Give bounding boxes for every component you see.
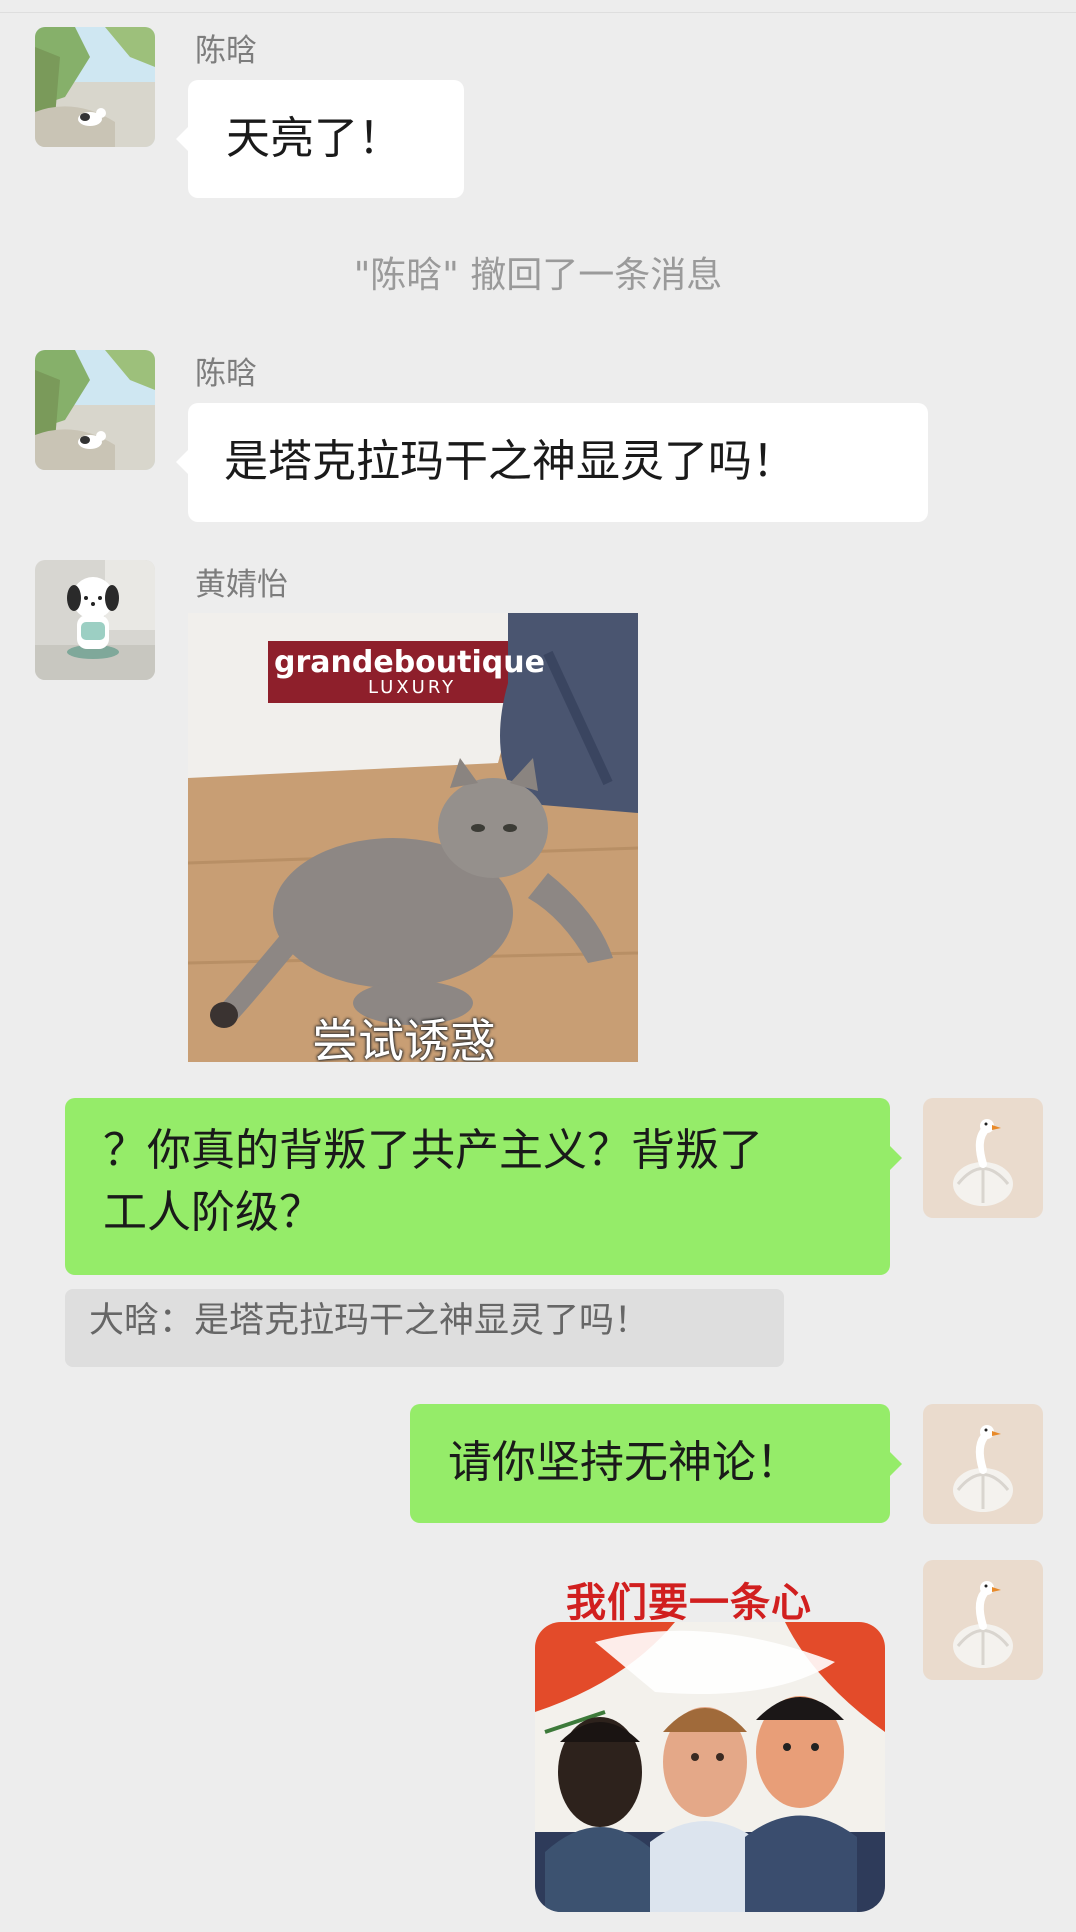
message-bubble[interactable]: 请你坚持无神论！ xyxy=(410,1404,890,1523)
message-text: 是塔克拉玛干之神显灵了吗！ xyxy=(224,436,796,487)
sender-name: 陈晗 xyxy=(195,33,257,69)
bubble-tail xyxy=(176,127,188,151)
quoted-text: 大晗：是塔克拉玛干之神显灵了吗！ xyxy=(89,1301,650,1341)
bag-sub-text: LUXURY xyxy=(368,677,457,698)
recall-notice: "陈晗" 撤回了一条消息 xyxy=(353,255,723,296)
pochacco-figure-avatar-icon xyxy=(35,560,155,680)
avatar-self[interactable] xyxy=(923,1098,1043,1218)
message-text-line: ？你真的背叛了共产主义？背叛了 xyxy=(103,1125,763,1176)
avatar-chen-han[interactable] xyxy=(35,350,155,470)
landscape-cat-avatar-icon xyxy=(35,27,155,147)
propaganda-poster-image xyxy=(535,1622,885,1912)
message-bubble[interactable]: ？你真的背叛了共产主义？背叛了 工人阶级？ xyxy=(65,1098,890,1275)
garlic-swan-avatar-icon xyxy=(923,1404,1043,1524)
avatar-self[interactable] xyxy=(923,1404,1043,1524)
quoted-reply[interactable]: 大晗：是塔克拉玛干之神显灵了吗！ xyxy=(65,1289,784,1367)
garlic-swan-avatar-icon xyxy=(923,1560,1043,1680)
sender-name: 陈晗 xyxy=(195,356,257,392)
sender-name: 黄婧怡 xyxy=(195,567,288,603)
garlic-swan-avatar-icon xyxy=(923,1098,1043,1218)
top-divider xyxy=(0,12,1076,13)
poster-sticker-image[interactable] xyxy=(535,1622,885,1912)
bag-brand-text: grandeboutique xyxy=(274,645,545,680)
bubble-tail xyxy=(890,1146,902,1170)
avatar-huang-jingyi[interactable] xyxy=(35,560,155,680)
message-bubble[interactable]: 是塔克拉玛干之神显灵了吗！ xyxy=(188,403,928,522)
cat-sticker-image[interactable]: grandeboutique LUXURY 尝试诱惑 xyxy=(188,613,638,1062)
avatar-chen-han[interactable] xyxy=(35,27,155,147)
avatar-self[interactable] xyxy=(923,1560,1043,1680)
bubble-tail xyxy=(176,450,188,474)
image-caption: 尝试诱惑 xyxy=(312,1014,496,1062)
message-text-line: 工人阶级？ xyxy=(103,1187,323,1238)
landscape-cat-avatar-icon xyxy=(35,350,155,470)
poster-title: 我们要一条心 xyxy=(566,1579,812,1626)
message-bubble[interactable]: 天亮了！ xyxy=(188,80,464,198)
bubble-tail xyxy=(890,1452,902,1476)
message-text: 请你坚持无神论！ xyxy=(448,1437,800,1488)
message-text: 天亮了！ xyxy=(226,113,402,164)
